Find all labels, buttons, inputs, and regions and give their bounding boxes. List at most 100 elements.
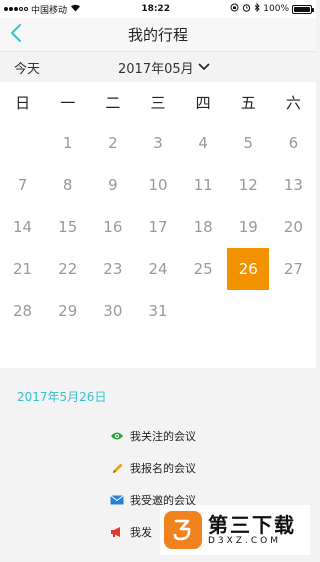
day-number: 24 [148, 260, 168, 278]
megaphone-icon [110, 525, 124, 539]
watermark-title: 第三下载 [208, 513, 296, 537]
day-cell[interactable]: 11 [181, 164, 226, 206]
day-cell-selected[interactable]: 26 [226, 248, 271, 290]
back-button[interactable] [10, 18, 44, 52]
day-number: 15 [58, 218, 78, 236]
status-right: 100% [230, 2, 314, 15]
watermark: 第三下载 D3XZ.COM [160, 505, 310, 555]
meeting-item[interactable]: 我关注的会议 [110, 420, 316, 452]
day-number: 28 [13, 302, 33, 320]
day-number: 7 [17, 176, 28, 194]
day-cell[interactable]: 9 [90, 164, 135, 206]
bluetooth-icon [254, 2, 260, 15]
day-cell[interactable]: 20 [271, 206, 316, 248]
battery-icon [292, 4, 314, 14]
today-button[interactable]: 今天 [14, 58, 40, 77]
day-cell[interactable]: 18 [181, 206, 226, 248]
day-cell[interactable]: 14 [0, 206, 45, 248]
weekday-label: 一 [60, 93, 76, 112]
day-number: 3 [153, 134, 163, 152]
day-cell[interactable]: 15 [45, 206, 90, 248]
day-cell[interactable]: 22 [45, 248, 90, 290]
lock-rotation-icon [230, 3, 239, 15]
day-cell[interactable]: 30 [90, 290, 135, 332]
day-number: 30 [103, 302, 123, 320]
alarm-icon [242, 3, 251, 15]
day-cell[interactable]: 29 [45, 290, 90, 332]
day-cell[interactable]: 28 [0, 290, 45, 332]
weekday-label: 六 [285, 93, 301, 112]
weekday-label: 五 [240, 93, 256, 112]
day-number: 16 [103, 218, 123, 236]
day-number: 20 [283, 218, 303, 236]
day-number: 6 [288, 134, 299, 152]
day-cell[interactable]: 31 [135, 290, 180, 332]
calendar: 日一二三四五六 1 2 3 4 5 6 7 8 9 10 11 12 13 14 15 16 17 18 19 20 2… [0, 82, 316, 368]
watermark-subtitle: D3XZ.COM [208, 536, 281, 546]
day-number: 14 [13, 218, 33, 236]
day-cell[interactable]: 27 [271, 248, 316, 290]
selected-date-label: 2017年5月26日 [17, 390, 107, 404]
day-cell[interactable]: 16 [90, 206, 135, 248]
day-number: 26 [227, 248, 270, 290]
day-number: 5 [243, 134, 254, 152]
day-cell[interactable]: 13 [271, 164, 316, 206]
envelope-icon [110, 493, 124, 507]
day-cell[interactable]: 6 [271, 122, 316, 164]
meeting-item[interactable]: 我报名的会议 [110, 452, 316, 484]
day-number: 25 [193, 260, 213, 278]
day-number: 18 [193, 218, 213, 236]
day-number: 2 [108, 134, 118, 152]
day-cell[interactable]: 5 [226, 122, 271, 164]
status-bar: 中国移动 18:22 100% [0, 0, 316, 18]
day-number: 21 [13, 260, 33, 278]
day-cell[interactable]: 25 [181, 248, 226, 290]
day-number: 27 [283, 260, 303, 278]
day-cell[interactable]: 17 [135, 206, 180, 248]
watermark-logo-icon [164, 511, 202, 549]
day-cell[interactable]: 3 [135, 122, 180, 164]
nav-bar: 我的行程 [0, 18, 316, 52]
battery-percent: 100% [263, 4, 289, 14]
day-cell[interactable]: 21 [0, 248, 45, 290]
day-cell[interactable]: 8 [45, 164, 90, 206]
month-picker[interactable]: 2017年05月 [118, 52, 210, 82]
meeting-item-label: 我关注的会议 [130, 430, 196, 443]
day-cell[interactable]: 2 [90, 122, 135, 164]
weekday-label: 四 [195, 93, 211, 112]
day-number: 31 [148, 302, 168, 320]
carrier-name: 中国移动 [31, 5, 68, 16]
weekday-label: 二 [105, 93, 121, 112]
day-cell[interactable]: 19 [226, 206, 271, 248]
meeting-item-label: 我报名的会议 [130, 462, 196, 475]
day-cell[interactable]: 4 [181, 122, 226, 164]
day-number: 23 [103, 260, 123, 278]
day-cell[interactable]: 24 [135, 248, 180, 290]
day-cell[interactable]: 1 [45, 122, 90, 164]
day-number: 29 [58, 302, 78, 320]
signal-strength-icon [4, 7, 28, 11]
weekday-header: 日一二三四五六 [0, 82, 316, 122]
day-number: 13 [283, 176, 303, 194]
day-number: 12 [238, 176, 258, 194]
chevron-down-icon [198, 60, 210, 75]
day-number: 8 [62, 176, 73, 194]
day-cell[interactable]: 12 [226, 164, 271, 206]
day-number: 4 [198, 134, 208, 152]
day-cell[interactable]: 23 [90, 248, 135, 290]
status-left: 中国移动 [4, 3, 81, 16]
weekday-label: 日 [15, 93, 31, 112]
day-number: 10 [148, 176, 168, 194]
month-label: 2017年05月 [118, 61, 194, 77]
pencil-icon [110, 461, 124, 475]
wifi-icon [70, 3, 81, 15]
day-number: 19 [238, 218, 258, 236]
day-number: 9 [108, 176, 118, 194]
month-toolbar: 今天 2017年05月 [0, 52, 316, 82]
day-cell[interactable]: 7 [0, 164, 45, 206]
day-number: 17 [148, 218, 168, 236]
watermark-text: 第三下载 D3XZ.COM [208, 514, 296, 546]
eye-icon [110, 429, 124, 443]
day-cell[interactable]: 10 [135, 164, 180, 206]
chevron-left-icon [10, 23, 22, 47]
